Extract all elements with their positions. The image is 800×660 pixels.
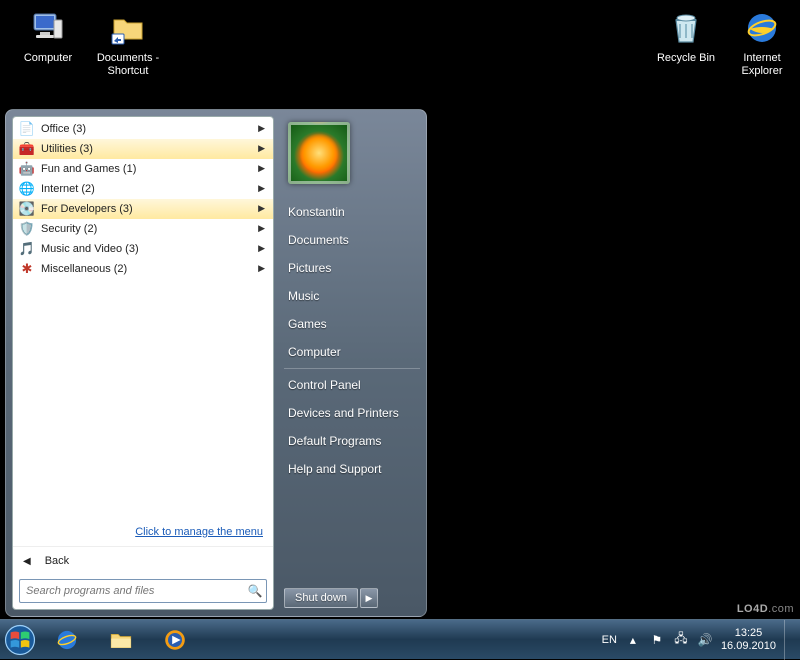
desktop-icon-documents-shortcut[interactable]: Documents - Shortcut <box>90 6 166 78</box>
desktop-icon-ie[interactable]: Internet Explorer <box>724 6 800 78</box>
program-item-internet[interactable]: 🌐 Internet (2) ▶ <box>13 179 273 199</box>
start-menu-right-panel: Konstantin Documents Pictures Music Game… <box>274 116 420 610</box>
clock-time: 13:25 <box>721 627 776 640</box>
games-icon: 🤖 <box>19 161 35 177</box>
desktop-icon-label: Documents - Shortcut <box>90 52 166 78</box>
taskbar-ie-button[interactable] <box>42 624 92 656</box>
submenu-arrow-icon: ▶ <box>258 203 265 214</box>
desktop-icon-label: Internet Explorer <box>724 52 800 78</box>
program-item-utilities[interactable]: 🧰 Utilities (3) ▶ <box>13 139 273 159</box>
right-item-help-support[interactable]: Help and Support <box>284 455 420 483</box>
submenu-arrow-icon: ▶ <box>258 183 265 194</box>
media-icon: 🎵 <box>19 241 35 257</box>
system-tray: EN ▴ ⚑ 🖧 🔊 13:25 16.09.2010 <box>602 620 800 660</box>
security-icon: 🛡️ <box>19 221 35 237</box>
program-label: Music and Video (3) <box>41 243 139 255</box>
submenu-arrow-icon: ▶ <box>258 123 265 134</box>
program-label: Internet (2) <box>41 183 95 195</box>
search-icon[interactable]: 🔍 <box>244 584 266 598</box>
right-item-devices-printers[interactable]: Devices and Printers <box>284 399 420 427</box>
taskbar: EN ▴ ⚑ 🖧 🔊 13:25 16.09.2010 <box>0 619 800 659</box>
separator <box>284 368 420 369</box>
start-menu: 📄 Office (3) ▶ 🧰 Utilities (3) ▶ 🤖 Fun and Ga… <box>5 109 427 617</box>
submenu-arrow-icon: ▶ <box>258 143 265 154</box>
recycle-bin-icon <box>666 8 706 48</box>
start-button[interactable] <box>0 620 40 660</box>
folder-icon <box>107 626 135 654</box>
right-item-documents[interactable]: Documents <box>284 226 420 254</box>
taskbar-explorer-button[interactable] <box>96 624 146 656</box>
user-name-link[interactable]: Konstantin <box>284 198 420 226</box>
right-item-games[interactable]: Games <box>284 310 420 338</box>
program-label: Miscellaneous (2) <box>41 263 127 275</box>
misc-icon: ✱ <box>19 261 35 277</box>
back-button[interactable]: ◀ Back <box>13 546 273 579</box>
taskbar-clock[interactable]: 13:25 16.09.2010 <box>721 627 776 653</box>
utilities-icon: 🧰 <box>19 141 35 157</box>
action-center-icon[interactable]: ⚑ <box>649 632 665 648</box>
desktop-icon-label: Computer <box>10 52 86 65</box>
program-item-fun-games[interactable]: 🤖 Fun and Games (1) ▶ <box>13 159 273 179</box>
desktop-icon-label: Recycle Bin <box>648 52 724 65</box>
program-item-music-video[interactable]: 🎵 Music and Video (3) ▶ <box>13 239 273 259</box>
back-label: Back <box>45 555 69 567</box>
tray-show-hidden-icon[interactable]: ▴ <box>625 632 641 648</box>
search-row: 🔍 <box>13 579 273 609</box>
start-menu-left-panel: 📄 Office (3) ▶ 🧰 Utilities (3) ▶ 🤖 Fun and Ga… <box>12 116 274 610</box>
right-item-music[interactable]: Music <box>284 282 420 310</box>
computer-icon <box>28 8 68 48</box>
right-item-control-panel[interactable]: Control Panel <box>284 371 420 399</box>
manage-menu-link-row: Click to manage the menu <box>13 516 273 546</box>
right-item-default-programs[interactable]: Default Programs <box>284 427 420 455</box>
desktop-icon-recycle-bin[interactable]: Recycle Bin <box>648 6 724 65</box>
user-picture[interactable] <box>288 122 350 184</box>
program-item-office[interactable]: 📄 Office (3) ▶ <box>13 119 273 139</box>
ie-icon <box>742 8 782 48</box>
submenu-arrow-icon: ▶ <box>258 243 265 254</box>
right-item-pictures[interactable]: Pictures <box>284 254 420 282</box>
desktop-icon-computer[interactable]: Computer <box>10 6 86 65</box>
program-list: 📄 Office (3) ▶ 🧰 Utilities (3) ▶ 🤖 Fun and Ga… <box>13 117 273 516</box>
program-item-misc[interactable]: ✱ Miscellaneous (2) ▶ <box>13 259 273 279</box>
show-desktop-button[interactable] <box>784 620 794 660</box>
search-input[interactable] <box>20 585 244 597</box>
office-icon: 📄 <box>19 121 35 137</box>
media-player-icon <box>161 626 189 654</box>
network-icon[interactable]: 🖧 <box>673 632 689 648</box>
program-label: Utilities (3) <box>41 143 93 155</box>
submenu-arrow-icon: ▶ <box>258 263 265 274</box>
submenu-arrow-icon: ▶ <box>258 223 265 234</box>
back-arrow-icon: ◀ <box>23 556 31 567</box>
program-label: For Developers (3) <box>41 203 133 215</box>
shutdown-row: Shut down ▶ <box>284 588 420 608</box>
search-box: 🔍 <box>19 579 267 603</box>
volume-icon[interactable]: 🔊 <box>697 632 713 648</box>
folder-shortcut-icon <box>108 8 148 48</box>
ie-icon <box>53 626 81 654</box>
clock-date: 16.09.2010 <box>721 640 776 653</box>
program-label: Office (3) <box>41 123 86 135</box>
submenu-arrow-icon: ▶ <box>258 163 265 174</box>
program-item-security[interactable]: 🛡️ Security (2) ▶ <box>13 219 273 239</box>
program-label: Security (2) <box>41 223 97 235</box>
windows-orb-icon <box>3 623 37 657</box>
language-indicator[interactable]: EN <box>602 632 617 648</box>
taskbar-media-player-button[interactable] <box>150 624 200 656</box>
program-label: Fun and Games (1) <box>41 163 136 175</box>
program-item-developers[interactable]: 💽 For Developers (3) ▶ <box>13 199 273 219</box>
right-item-computer[interactable]: Computer <box>284 338 420 366</box>
shutdown-options-button[interactable]: ▶ <box>360 588 378 608</box>
manage-menu-link[interactable]: Click to manage the menu <box>135 526 263 538</box>
shutdown-button[interactable]: Shut down <box>284 588 358 608</box>
internet-icon: 🌐 <box>19 181 35 197</box>
dev-icon: 💽 <box>19 201 35 217</box>
